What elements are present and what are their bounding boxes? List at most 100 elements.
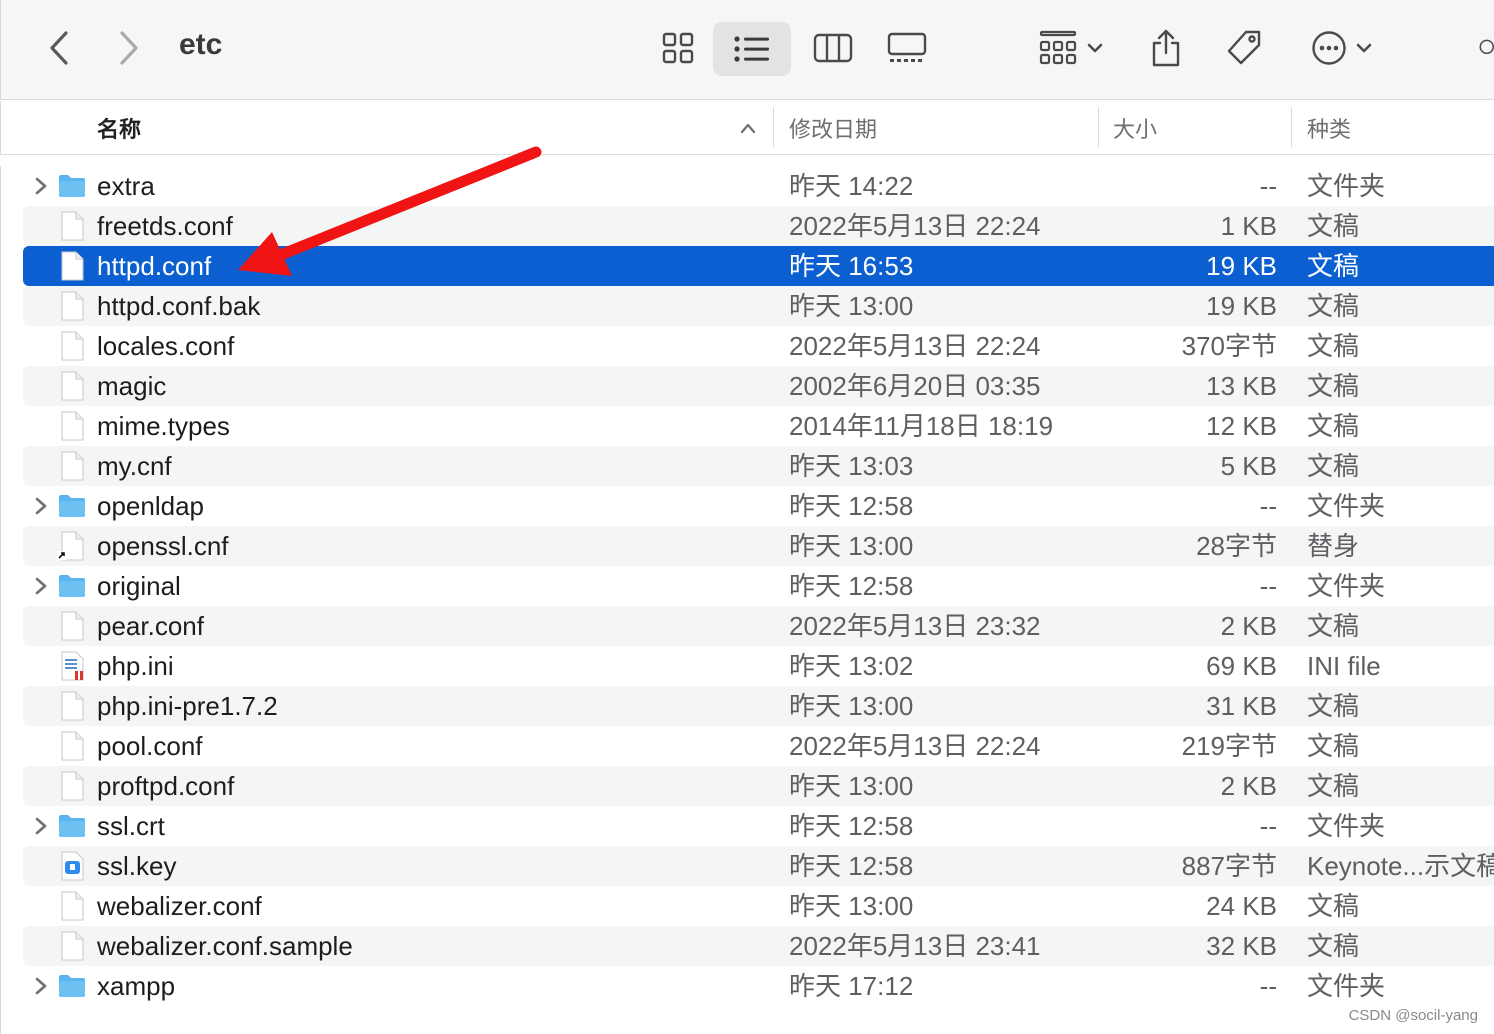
file-size: 19 KB: [1206, 251, 1277, 281]
ini-file-icon: [57, 651, 87, 681]
file-size: 19 KB: [1206, 291, 1277, 321]
file-row[interactable]: php.ini-pre1.7.2 昨天 13:00 31 KB 文稿: [23, 686, 1494, 726]
document-icon: [57, 331, 87, 361]
column-divider[interactable]: [1098, 107, 1099, 147]
file-row[interactable]: original 昨天 12:58 -- 文件夹: [23, 566, 1494, 606]
file-row[interactable]: pear.conf 2022年5月13日 23:32 2 KB 文稿: [23, 606, 1494, 646]
back-button[interactable]: [41, 28, 77, 68]
file-kind: 文稿: [1307, 731, 1360, 761]
file-kind: 文稿: [1307, 291, 1360, 321]
icon-view-button[interactable]: [653, 22, 703, 74]
search-icon: [1479, 39, 1494, 55]
file-name: ssl.key: [97, 851, 177, 881]
file-kind: 文稿: [1307, 211, 1360, 241]
document-icon: [57, 211, 87, 241]
file-row[interactable]: my.cnf 昨天 13:03 5 KB 文稿: [23, 446, 1494, 486]
file-kind: 文稿: [1307, 691, 1360, 721]
document-icon: [57, 891, 87, 921]
file-row[interactable]: php.ini 昨天 13:02 69 KB INI file: [23, 646, 1494, 686]
search-button[interactable]: [1475, 26, 1494, 70]
folder-icon: [57, 971, 87, 1001]
file-row[interactable]: httpd.conf 昨天 16:53 19 KB 文稿: [23, 246, 1494, 286]
file-row[interactable]: httpd.conf.bak 昨天 13:00 19 KB 文稿: [23, 286, 1494, 326]
share-button[interactable]: [1141, 22, 1191, 74]
file-size: 887字节: [1181, 851, 1277, 881]
file-name: xampp: [97, 971, 176, 1001]
file-date: 2022年5月13日 23:41: [789, 931, 1041, 961]
column-header-size[interactable]: 大小: [1113, 101, 1157, 155]
file-row[interactable]: webalizer.conf 昨天 13:00 24 KB 文稿: [23, 886, 1494, 926]
file-name: magic: [97, 371, 167, 401]
file-row[interactable]: mime.types 2014年11月18日 18:19 12 KB 文稿: [23, 406, 1494, 446]
file-date: 2002年6月20日 03:35: [789, 371, 1041, 401]
file-name: webalizer.conf.sample: [97, 931, 353, 961]
document-icon: [57, 771, 87, 801]
gallery-view-button[interactable]: [881, 22, 933, 74]
file-list: extra 昨天 14:22 -- 文件夹 freetds.conf 2022年5月13日…: [0, 166, 1494, 1034]
file-size: 13 KB: [1206, 371, 1277, 401]
file-kind: 文稿: [1307, 891, 1360, 921]
tag-button[interactable]: [1219, 22, 1269, 74]
file-name: freetds.conf: [97, 211, 233, 241]
file-kind: 文稿: [1307, 451, 1360, 481]
file-row[interactable]: freetds.conf 2022年5月13日 22:24 1 KB 文稿: [23, 206, 1494, 246]
file-date: 昨天 13:00: [789, 771, 914, 801]
file-date: 昨天 13:00: [789, 291, 914, 321]
file-date: 昨天 17:12: [789, 971, 914, 1001]
file-row[interactable]: locales.conf 2022年5月13日 22:24 370字节 文稿: [23, 326, 1494, 366]
file-name: locales.conf: [97, 331, 235, 361]
column-divider[interactable]: [1291, 107, 1292, 147]
file-name: mime.types: [97, 411, 230, 441]
file-row[interactable]: pool.conf 2022年5月13日 22:24 219字节 文稿: [23, 726, 1494, 766]
file-row[interactable]: openssl.cnf 昨天 13:00 28字节 替身: [23, 526, 1494, 566]
file-date: 昨天 13:00: [789, 891, 914, 921]
file-size: --: [1259, 171, 1277, 201]
keynote-file-icon: [57, 851, 87, 881]
file-row[interactable]: ssl.key 昨天 12:58 887字节 Keynote...示文稿: [23, 846, 1494, 886]
document-icon: [57, 731, 87, 761]
file-date: 昨天 16:53: [789, 251, 914, 281]
file-kind: 文件夹: [1307, 491, 1386, 521]
file-row[interactable]: webalizer.conf.sample 2022年5月13日 23:41 32 …: [23, 926, 1494, 966]
disclosure-chevron-icon[interactable]: [31, 816, 51, 836]
file-row[interactable]: ssl.crt 昨天 12:58 -- 文件夹: [23, 806, 1494, 846]
column-header-date[interactable]: 修改日期: [789, 101, 877, 155]
disclosure-chevron-icon[interactable]: [31, 496, 51, 516]
file-row[interactable]: xampp 昨天 17:12 -- 文件夹: [23, 966, 1494, 1006]
file-kind: 文件夹: [1307, 811, 1386, 841]
file-date: 昨天 12:58: [789, 491, 914, 521]
more-actions-button[interactable]: [1301, 22, 1383, 74]
file-name: ssl.crt: [97, 811, 165, 841]
column-header-kind[interactable]: 种类: [1307, 101, 1351, 155]
toolbar: etc: [0, 0, 1494, 100]
file-size: --: [1259, 971, 1277, 1001]
watermark: CSDN @socil-yang: [1348, 1007, 1478, 1024]
disclosure-chevron-icon[interactable]: [31, 976, 51, 996]
file-row[interactable]: magic 2002年6月20日 03:35 13 KB 文稿: [23, 366, 1494, 406]
disclosure-chevron-icon[interactable]: [31, 176, 51, 196]
file-name: openssl.cnf: [97, 531, 229, 561]
disclosure-chevron-icon[interactable]: [31, 576, 51, 596]
file-kind: 替身: [1307, 531, 1360, 561]
document-icon: [57, 451, 87, 481]
file-kind: Keynote...示文稿: [1307, 851, 1494, 881]
file-date: 昨天 12:58: [789, 811, 914, 841]
list-view-button[interactable]: [713, 22, 791, 76]
file-kind: 文稿: [1307, 251, 1360, 281]
file-size: 2 KB: [1220, 611, 1277, 641]
file-row[interactable]: openldap 昨天 12:58 -- 文件夹: [23, 486, 1494, 526]
document-icon: [57, 931, 87, 961]
forward-button[interactable]: [111, 28, 147, 68]
column-view-icon: [813, 33, 853, 63]
group-by-button[interactable]: [1031, 22, 1111, 74]
folder-icon: [57, 171, 87, 201]
column-view-button[interactable]: [807, 22, 859, 74]
chevron-right-icon: [120, 31, 138, 65]
column-divider[interactable]: [773, 107, 774, 147]
file-kind: 文件夹: [1307, 571, 1386, 601]
column-header-name[interactable]: 名称: [97, 101, 141, 155]
alias-document-icon: [57, 531, 87, 561]
file-name: php.ini: [97, 651, 174, 681]
file-row[interactable]: proftpd.conf 昨天 13:00 2 KB 文稿: [23, 766, 1494, 806]
file-row[interactable]: extra 昨天 14:22 -- 文件夹: [23, 166, 1494, 206]
